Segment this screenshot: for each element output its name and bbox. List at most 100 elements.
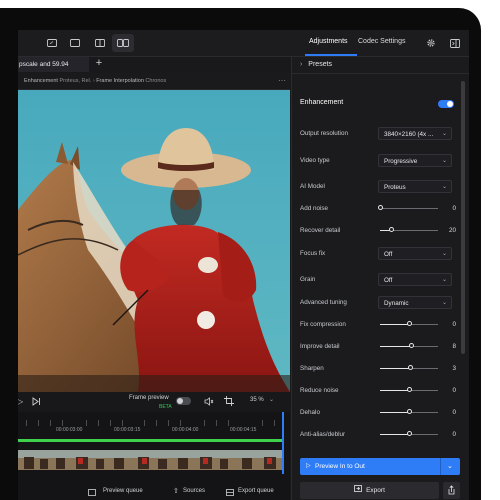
breadcrumb-fi-value: Chronos xyxy=(145,78,167,84)
crop-view-icon[interactable] xyxy=(41,34,63,52)
grain-label: Grain xyxy=(300,276,316,283)
timeline[interactable]: 00:00:03:00 00:00:03:15 00:00:04:00 00:0… xyxy=(18,412,290,500)
single-view-icon[interactable] xyxy=(64,34,86,52)
panel-toggle-icon[interactable] xyxy=(444,34,466,52)
dehalo-label: Dehalo xyxy=(300,409,320,416)
reduce-noise-slider[interactable] xyxy=(380,387,438,392)
add-noise-slider[interactable] xyxy=(377,205,438,210)
add-noise-label: Add noise xyxy=(300,205,329,212)
presets-row[interactable]: › Presets xyxy=(292,57,469,74)
crop-icon[interactable] xyxy=(224,396,234,408)
recover-detail-value: 20 xyxy=(448,227,456,234)
export-icon xyxy=(354,482,362,499)
breadcrumb-separator: › xyxy=(92,78,95,84)
export-queue-button[interactable]: Export queue xyxy=(238,488,274,494)
slider-knob[interactable] xyxy=(406,431,412,436)
enhancement-toggle[interactable] xyxy=(438,100,454,108)
timecode-label: 00:00:03:00 xyxy=(56,427,83,433)
ruler-tick xyxy=(216,420,217,426)
timeline-ruler: 00:00:03:00 00:00:03:15 00:00:04:00 00:0… xyxy=(18,418,290,434)
ruler-tick xyxy=(262,420,263,426)
slider-knob[interactable] xyxy=(407,365,413,370)
output-resolution-label: Output resolution xyxy=(300,130,348,137)
output-resolution-select[interactable]: 3840×2160 (4x ... ⌄ xyxy=(378,127,452,140)
playhead[interactable] xyxy=(282,412,284,474)
breadcrumb-enh-label: Enhancement xyxy=(24,78,58,84)
play-icon[interactable]: ▷ xyxy=(18,397,23,406)
sharpen-value: 3 xyxy=(452,365,456,372)
ruler-tick xyxy=(98,420,99,426)
improve-detail-slider[interactable] xyxy=(380,343,438,348)
ai-model-select[interactable]: Proteus ⌄ xyxy=(378,180,452,193)
output-resolution-value: 3840×2160 (4x ... xyxy=(384,131,434,138)
export-button[interactable]: Export xyxy=(300,482,439,499)
video-type-value: Progressive xyxy=(384,158,418,165)
chevron-down-icon: ⌄ xyxy=(441,131,447,137)
anti-alias-deblur-slider[interactable] xyxy=(380,431,438,436)
frame-preview-toggle[interactable] xyxy=(176,397,191,405)
slider-knob[interactable] xyxy=(406,409,412,414)
ruler-tick xyxy=(204,420,205,426)
zoom-dropdown-icon[interactable]: ⌄ xyxy=(269,396,274,403)
timecode-label: 00:00:03:15 xyxy=(114,427,141,433)
advanced-tuning-value: Dynamic xyxy=(384,300,409,307)
slider-fill xyxy=(380,390,409,391)
video-type-select[interactable]: Progressive ⌄ xyxy=(378,154,452,167)
preview-options-chevron-icon[interactable]: ⌄ xyxy=(447,458,453,475)
tab-codec-settings[interactable]: Codec Settings xyxy=(358,38,405,45)
dehalo-slider[interactable] xyxy=(380,409,438,414)
anti-alias-deblur-value: 0 xyxy=(452,431,456,438)
chevron-down-icon: ⌄ xyxy=(441,158,447,164)
slider-knob[interactable] xyxy=(406,387,412,392)
slider-fill xyxy=(380,368,411,369)
split-view-icon[interactable] xyxy=(89,34,111,52)
file-tab-label: pscale and 59.94 xyxy=(19,61,69,68)
tab-adjustments[interactable]: Adjustments xyxy=(309,38,348,45)
breadcrumb: Enhancement Proteus, Rel. › Frame Interp… xyxy=(18,73,290,90)
recover-detail-slider[interactable] xyxy=(380,227,438,232)
sharpen-slider[interactable] xyxy=(380,365,438,370)
top-toolbar: Adjustments Codec Settings xyxy=(18,30,469,57)
more-options-icon[interactable]: ··· xyxy=(278,76,286,85)
slider-fill xyxy=(380,412,409,413)
thumbnail-strip[interactable] xyxy=(18,450,284,470)
focus-fix-select[interactable]: Off ⌄ xyxy=(378,247,452,260)
export-queue-icon xyxy=(226,489,234,498)
advanced-tuning-label: Advanced tuning xyxy=(300,299,347,306)
ruler-tick xyxy=(122,420,123,426)
ruler-tick xyxy=(110,420,111,426)
next-frame-icon[interactable] xyxy=(32,397,41,406)
slider-knob[interactable] xyxy=(389,227,395,232)
advanced-tuning-select[interactable]: Dynamic ⌄ xyxy=(378,296,452,309)
side-by-side-icon[interactable] xyxy=(112,34,134,52)
panel-scrollbar[interactable] xyxy=(461,81,465,354)
slider-knob[interactable] xyxy=(408,343,414,348)
active-tab-indicator xyxy=(305,54,357,56)
timeline-range-bar[interactable] xyxy=(18,439,284,442)
slider-knob[interactable] xyxy=(377,205,383,210)
file-tab[interactable]: pscale and 59.94 xyxy=(18,57,89,72)
adjustments-panel: › Presets Enhancement Output resolution … xyxy=(291,57,469,500)
improve-detail-value: 8 xyxy=(452,343,456,350)
gear-icon[interactable] xyxy=(420,34,442,52)
app-window: Adjustments Codec Settings pscale and 59… xyxy=(18,30,469,500)
enhancement-title: Enhancement xyxy=(300,99,344,106)
add-tab-button[interactable]: + xyxy=(92,56,106,71)
ruler-tick xyxy=(86,420,87,426)
sources-button[interactable]: Sources xyxy=(183,488,205,494)
play-icon: ▷ xyxy=(306,463,311,469)
focus-fix-value: Off xyxy=(384,251,393,258)
fix-compression-slider[interactable] xyxy=(380,321,438,326)
video-preview[interactable] xyxy=(18,90,290,392)
ai-model-value: Proteus xyxy=(384,184,406,191)
improve-detail-label: Improve detail xyxy=(300,343,340,350)
mute-icon[interactable] xyxy=(204,397,214,408)
preview-in-to-out-button[interactable]: ▷ Preview In to Out ⌄ xyxy=(300,458,460,475)
chevron-right-icon: › xyxy=(300,61,303,68)
slider-knob[interactable] xyxy=(406,321,412,326)
grain-select[interactable]: Off ⌄ xyxy=(378,273,452,286)
share-button[interactable] xyxy=(443,482,460,499)
preview-queue-button[interactable]: Preview queue xyxy=(103,488,143,494)
preview-button-label: Preview In to Out xyxy=(315,463,365,470)
zoom-value[interactable]: 35 % xyxy=(250,397,264,403)
